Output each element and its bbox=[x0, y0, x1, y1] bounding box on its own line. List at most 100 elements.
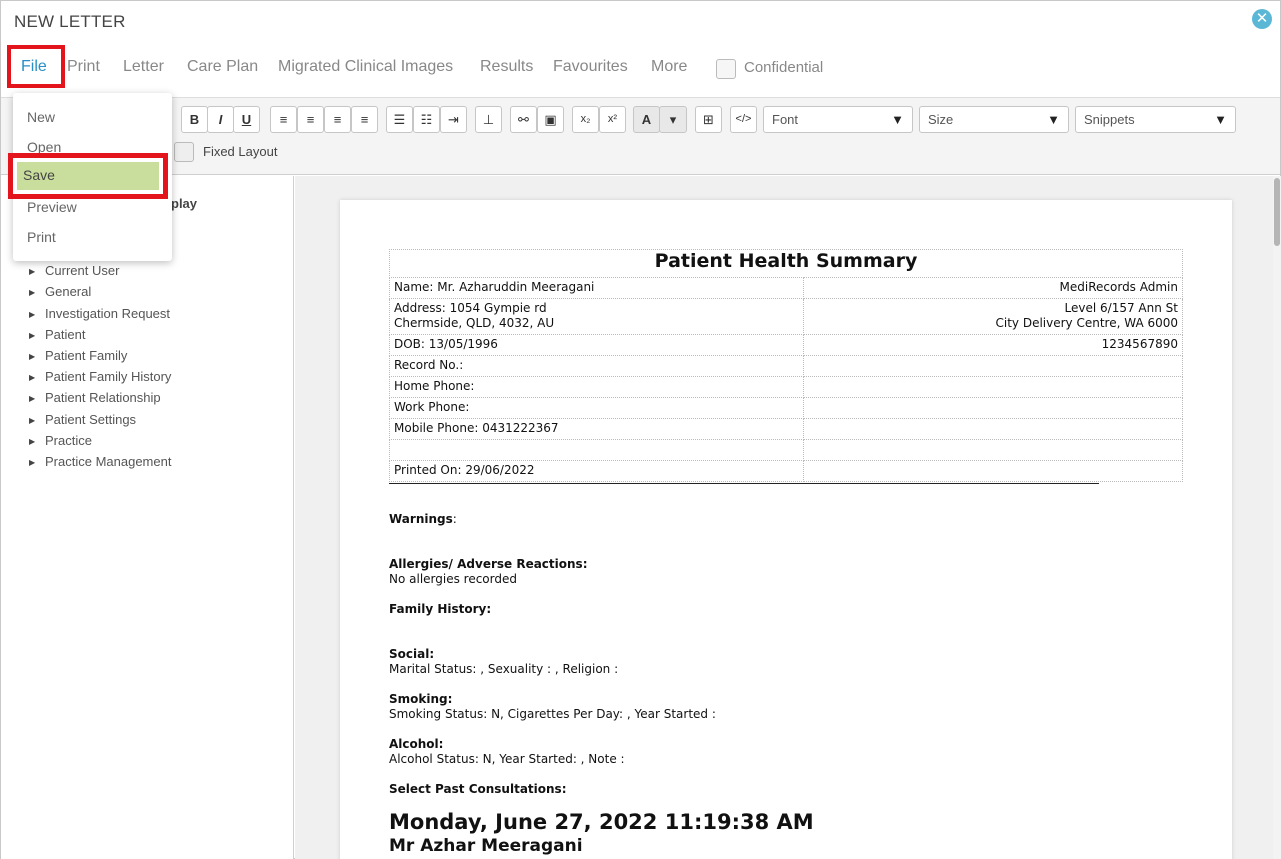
tree-item-patient-relationship[interactable]: ▶ Patient Relationship bbox=[29, 390, 161, 405]
menu-results[interactable]: Results bbox=[480, 58, 533, 76]
past-consultations-section: Select Past Consultations: bbox=[389, 782, 567, 797]
chevron-down-icon: ▼ bbox=[1047, 112, 1060, 127]
font-color-dropdown-icon[interactable]: ▾ bbox=[659, 106, 687, 133]
merge-fields-panel: play ▶ Current User ▶ General ▶ Investigati… bbox=[1, 176, 294, 859]
tree-item-practice[interactable]: ▶ Practice bbox=[29, 433, 92, 448]
horizontal-rule-icon[interactable]: ⊥ bbox=[475, 106, 502, 133]
alcohol-label: Alcohol: bbox=[389, 737, 444, 751]
confidential-label: Confidential bbox=[744, 59, 824, 76]
superscript-button[interactable]: x² bbox=[599, 106, 626, 133]
document-editor-area[interactable]: Patient Health Summary Name: Mr. Azharud… bbox=[295, 176, 1273, 859]
practice-phone: 1234567890 bbox=[803, 334, 1183, 356]
indent-icon[interactable]: ⇥ bbox=[440, 106, 467, 133]
tree-item-investigation-request[interactable]: ▶ Investigation Request bbox=[29, 306, 170, 321]
tree-item-label: Investigation Request bbox=[45, 306, 171, 321]
tree-item-label: Practice bbox=[45, 433, 92, 448]
menubar: File Print Letter Care Plan Migrated Cli… bbox=[1, 45, 1280, 89]
expand-triangle-icon: ▶ bbox=[29, 288, 36, 297]
practice-address-line2: City Delivery Centre, WA 6000 bbox=[995, 316, 1178, 330]
tree-item-label: Practice Management bbox=[45, 454, 172, 469]
panel-heading: play bbox=[171, 196, 198, 211]
italic-button[interactable]: I bbox=[207, 106, 234, 133]
bullet-list-icon[interactable]: ☰ bbox=[386, 106, 413, 133]
align-right-icon[interactable]: ≡ bbox=[324, 106, 351, 133]
patient-address-line1: Address: 1054 Gympie rd bbox=[394, 301, 547, 315]
expand-triangle-icon: ▶ bbox=[29, 310, 36, 319]
practice-address-line1: Level 6/157 Ann St bbox=[1064, 301, 1178, 315]
document-scrollbar[interactable] bbox=[1273, 176, 1281, 859]
editor-toolbar: B I U ≡ ≡ ≡ ≡ ☰ ☷ ⇥ ⊥ ⚯ ▣ x₂ x² A ▾ ⊞ </… bbox=[1, 97, 1280, 175]
tree-item-label: Patient Family History bbox=[45, 369, 172, 384]
fixed-layout-label: Fixed Layout bbox=[203, 144, 278, 159]
new-letter-dialog: NEW LETTER ✕ File Print Letter Care Plan… bbox=[0, 0, 1281, 859]
empty-cell bbox=[803, 439, 1183, 461]
bold-button[interactable]: B bbox=[181, 106, 208, 133]
alcohol-section: Alcohol: Alcohol Status: N, Year Started… bbox=[389, 737, 625, 767]
table-icon[interactable]: ⊞ bbox=[695, 106, 722, 133]
empty-cell bbox=[803, 376, 1183, 398]
file-menu-dropdown: New Open Save Preview Print bbox=[8, 93, 172, 261]
menu-print[interactable]: Print bbox=[67, 58, 100, 76]
link-icon[interactable]: ⚯ bbox=[510, 106, 537, 133]
patient-address-line2: Chermside, QLD, 4032, AU bbox=[394, 316, 555, 330]
tree-item-general[interactable]: ▶ General bbox=[29, 284, 91, 299]
size-select[interactable]: Size ▼ bbox=[919, 106, 1069, 133]
font-color-button[interactable]: A bbox=[633, 106, 660, 133]
menu-more[interactable]: More bbox=[651, 58, 687, 76]
snippets-select[interactable]: Snippets ▼ bbox=[1075, 106, 1236, 133]
expand-triangle-icon: ▶ bbox=[29, 437, 36, 446]
align-justify-icon[interactable]: ≡ bbox=[351, 106, 378, 133]
menu-care-plan[interactable]: Care Plan bbox=[187, 58, 258, 76]
menu-migrated-clinical-images[interactable]: Migrated Clinical Images bbox=[278, 58, 453, 76]
work-phone: Work Phone: bbox=[388, 397, 805, 419]
file-menu-print[interactable]: Print bbox=[27, 229, 56, 245]
file-menu-save[interactable]: Save bbox=[17, 162, 159, 190]
consultation-date: Monday, June 27, 2022 11:19:38 AM bbox=[389, 810, 814, 834]
printed-on: Printed On: 29/06/2022 bbox=[388, 460, 805, 482]
empty-cell bbox=[388, 439, 805, 461]
align-left-icon[interactable]: ≡ bbox=[270, 106, 297, 133]
chevron-down-icon: ▼ bbox=[1214, 112, 1227, 127]
scrollbar-thumb[interactable] bbox=[1274, 178, 1280, 246]
menu-file[interactable]: File bbox=[7, 45, 65, 88]
expand-triangle-icon: ▶ bbox=[29, 267, 36, 276]
numbered-list-icon[interactable]: ☷ bbox=[413, 106, 440, 133]
warnings-colon: : bbox=[452, 512, 457, 526]
tree-item-label: Patient Settings bbox=[45, 412, 137, 427]
social-label: Social: bbox=[389, 647, 435, 661]
menu-letter[interactable]: Letter bbox=[123, 58, 164, 76]
fixed-layout-checkbox[interactable] bbox=[174, 142, 194, 162]
font-select[interactable]: Font ▼ bbox=[763, 106, 913, 133]
close-icon[interactable]: ✕ bbox=[1252, 9, 1272, 29]
past-consultations-label: Select Past Consultations: bbox=[389, 782, 567, 796]
confidential-checkbox[interactable] bbox=[716, 59, 736, 79]
image-icon[interactable]: ▣ bbox=[537, 106, 564, 133]
menu-favourites[interactable]: Favourites bbox=[553, 58, 628, 76]
letter-page[interactable]: Patient Health Summary Name: Mr. Azharud… bbox=[340, 200, 1232, 859]
align-center-icon[interactable]: ≡ bbox=[297, 106, 324, 133]
chevron-down-icon: ▼ bbox=[891, 112, 904, 127]
tree-item-label: Patient Family bbox=[45, 348, 128, 363]
expand-triangle-icon: ▶ bbox=[29, 352, 36, 361]
tree-item-patient-family[interactable]: ▶ Patient Family bbox=[29, 348, 127, 363]
document-title: Patient Health Summary bbox=[389, 249, 1183, 278]
patient-summary-table: Patient Health Summary Name: Mr. Azharud… bbox=[388, 249, 1183, 482]
file-menu-new[interactable]: New bbox=[27, 109, 55, 125]
tree-item-practice-management[interactable]: ▶ Practice Management bbox=[29, 454, 171, 469]
subscript-button[interactable]: x₂ bbox=[572, 106, 599, 133]
family-history-section: Family History: bbox=[389, 602, 491, 617]
tree-item-patient-settings[interactable]: ▶ Patient Settings bbox=[29, 412, 136, 427]
file-menu-save-highlight: Save bbox=[8, 153, 168, 199]
tree-item-patient-family-history[interactable]: ▶ Patient Family History bbox=[29, 369, 171, 384]
empty-cell bbox=[803, 418, 1183, 440]
horizontal-divider bbox=[389, 483, 1099, 484]
social-value: Marital Status: , Sexuality : , Religion… bbox=[389, 662, 619, 676]
file-menu-preview[interactable]: Preview bbox=[27, 199, 77, 215]
tree-item-current-user[interactable]: ▶ Current User bbox=[29, 263, 119, 278]
tree-item-patient[interactable]: ▶ Patient bbox=[29, 327, 85, 342]
smoking-section: Smoking: Smoking Status: N, Cigarettes P… bbox=[389, 692, 716, 722]
source-code-icon[interactable]: </> bbox=[730, 106, 757, 133]
record-number: Record No.: bbox=[388, 355, 805, 377]
menu-file-label: File bbox=[21, 58, 47, 75]
underline-button[interactable]: U bbox=[233, 106, 260, 133]
